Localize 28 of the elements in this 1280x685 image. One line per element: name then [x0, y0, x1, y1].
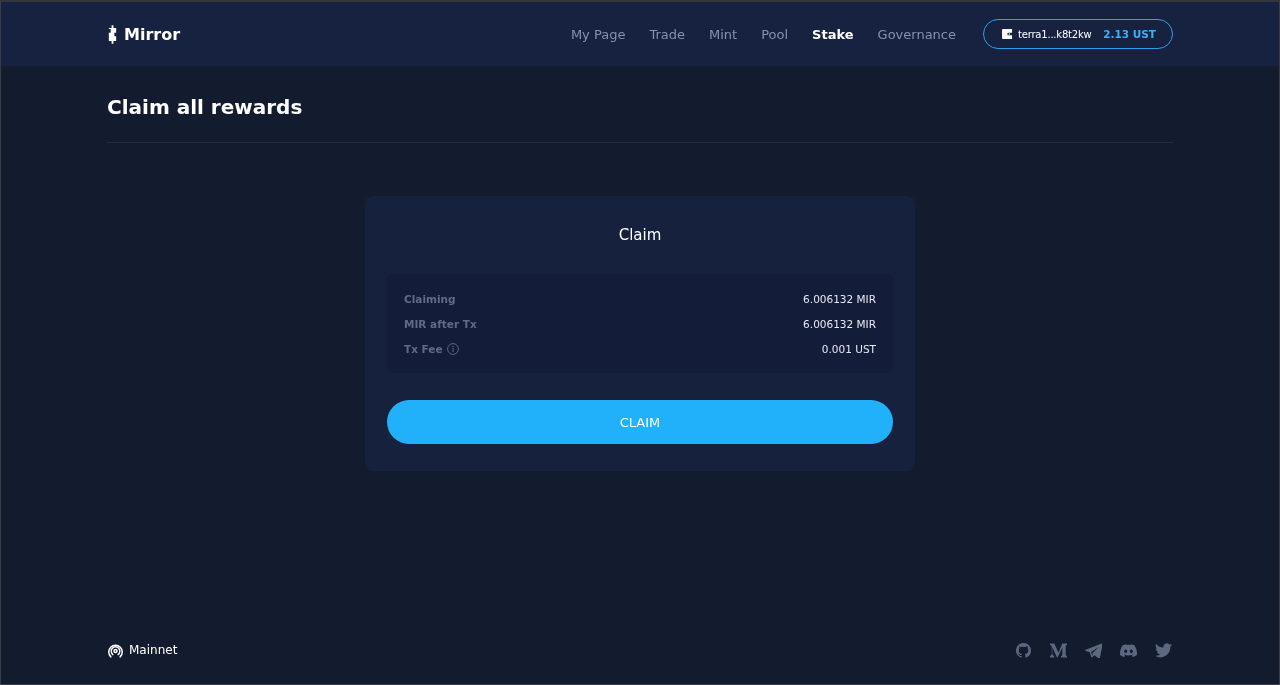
summary-label: Tx Fee: [404, 342, 443, 355]
nav-link[interactable]: Trade: [649, 26, 685, 42]
medium-icon[interactable]: [1050, 642, 1067, 658]
twitter-icon[interactable]: [1155, 642, 1172, 658]
discord-icon[interactable]: [1120, 642, 1137, 658]
logo-text: Mirror: [124, 24, 181, 44]
wallet-icon: [1002, 29, 1013, 39]
summary-value: 0.001 UST: [821, 342, 876, 355]
wallet-balance: 2.13 UST: [1102, 28, 1156, 40]
github-icon[interactable]: [1015, 642, 1032, 658]
nav-link[interactable]: Pool: [761, 26, 789, 42]
nav-link[interactable]: Governance: [877, 26, 956, 42]
logo-icon: [107, 24, 118, 44]
summary-value: 6.006132 MIR: [803, 292, 876, 305]
network-link[interactable]: Mainnet: [108, 642, 178, 658]
card-title: Claim: [617, 225, 663, 246]
summary-value: 6.006132 MIR: [803, 317, 876, 330]
summary-label: Claiming: [404, 292, 456, 305]
page-title: Claim all rewards: [107, 94, 304, 121]
telegram-icon[interactable]: [1085, 642, 1102, 658]
broadcast-icon: [108, 642, 123, 658]
logo-link[interactable]: Mirror: [107, 24, 181, 44]
summary-label: MIR after Tx: [404, 317, 477, 330]
nav-link[interactable]: Mint: [709, 26, 738, 42]
info-icon[interactable]: [446, 342, 459, 355]
wallet-address: terra1...k8t2kw: [1018, 28, 1092, 40]
nav-link[interactable]: My Page: [570, 26, 626, 42]
nav-link[interactable]: Stake: [812, 26, 854, 42]
